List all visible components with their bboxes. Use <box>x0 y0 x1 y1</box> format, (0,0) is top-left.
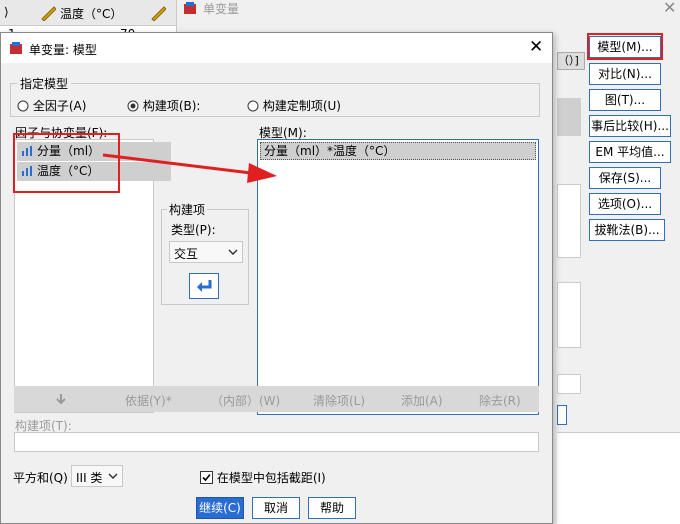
model-term-item[interactable]: 分量（ml）*温度（°C） <box>260 142 536 160</box>
include-intercept-label: 在模型中包括截距(I) <box>216 471 326 485</box>
clear-term-button[interactable]: 清除项(L) <box>313 392 365 409</box>
spss-icon <box>10 42 22 54</box>
save-button[interactable]: 保存(S)... <box>589 167 661 189</box>
radio-checked-icon <box>127 100 139 112</box>
specify-model-label: 指定模型 <box>17 75 72 92</box>
model-button-highlight <box>587 33 663 60</box>
checkbox-checked-icon <box>200 471 213 484</box>
continue-button[interactable]: 继续(C) <box>196 497 244 519</box>
outer-panel-1 <box>557 184 581 258</box>
within-button[interactable]: （内部）(W) <box>211 392 280 409</box>
type-select[interactable]: 交互 <box>169 241 243 263</box>
ruler-icon-2 <box>151 6 166 21</box>
spss-icon <box>184 2 196 14</box>
by-button[interactable]: 依据(Y)* <box>125 392 172 409</box>
model-list[interactable]: 分量（ml）*温度（°C） <box>257 139 539 415</box>
dialog-title: 单变量: 模型 <box>29 43 97 57</box>
column-header-prev: ⟩ <box>4 5 9 19</box>
sum-squares-select[interactable]: III 类 <box>71 465 123 487</box>
sum-squares-value: III 类 <box>76 471 103 485</box>
outer-panel-2 <box>557 282 581 348</box>
radio-full-factorial[interactable]: 全因子(A) <box>17 97 86 114</box>
outer-field-3 <box>557 405 567 425</box>
radio-unchecked-icon <box>17 100 29 112</box>
chevron-down-icon <box>228 249 238 256</box>
post-hoc-button[interactable]: 事后比较(H)... <box>589 115 671 137</box>
arrow-left-icon <box>197 280 212 292</box>
outer-title: 单变量 <box>203 2 240 16</box>
radio-custom-terms[interactable]: 构建定制项(U) <box>247 97 341 114</box>
include-intercept-checkbox[interactable]: 在模型中包括截距(I) <box>200 469 326 486</box>
outer-bottom-grid <box>557 432 680 524</box>
close-icon[interactable]: ✕ <box>529 37 543 57</box>
ruler-icon <box>41 6 56 21</box>
type-label: 类型(P): <box>171 223 216 237</box>
build-term-label: 构建项 <box>167 201 208 218</box>
help-button[interactable]: 帮助 <box>308 497 356 519</box>
radio-build-terms[interactable]: 构建项(B): <box>127 97 200 114</box>
column-header-temperature[interactable]: 温度（°C） <box>60 5 122 22</box>
options-button[interactable]: 选项(O)... <box>589 193 661 215</box>
plots-button[interactable]: 图(T)... <box>589 89 661 111</box>
radio-unchecked-icon <box>247 100 259 112</box>
outer-listbox <box>557 98 581 136</box>
chevron-down-icon <box>108 473 118 480</box>
remove-button[interactable]: 除去(R) <box>479 392 521 409</box>
arrow-down-icon <box>56 394 66 405</box>
radio-label: 构建项(B): <box>142 99 201 113</box>
model-dialog: 单变量: 模型 ✕ 指定模型 全因子(A) 构建项(B): 构建定制项(U) 因… <box>0 32 553 524</box>
outer-field-2 <box>557 374 581 394</box>
radio-label: 构建定制项(U) <box>262 99 341 113</box>
add-button[interactable]: 添加(A) <box>401 392 443 409</box>
term-input[interactable] <box>14 432 539 452</box>
annotation-arrow <box>102 153 277 183</box>
em-means-button[interactable]: EM 平均值... <box>589 141 671 163</box>
radio-label: 全因子(A) <box>32 99 87 113</box>
outer-field: （）] <box>557 52 585 70</box>
outer-close-icon[interactable]: ✕ <box>663 0 676 17</box>
cancel-button[interactable]: 取消 <box>252 497 300 519</box>
title-bar: 单变量: 模型 ✕ <box>1 33 552 63</box>
move-term-button[interactable] <box>189 273 219 299</box>
sum-squares-label: 平方和(Q) <box>13 471 68 485</box>
data-editor-header: ⟩ 温度（°C） <box>0 0 176 26</box>
bootstrap-button[interactable]: 拔靴法(B)... <box>589 219 665 241</box>
contrast-button[interactable]: 对比(N)... <box>589 63 661 85</box>
type-select-value: 交互 <box>174 247 199 261</box>
